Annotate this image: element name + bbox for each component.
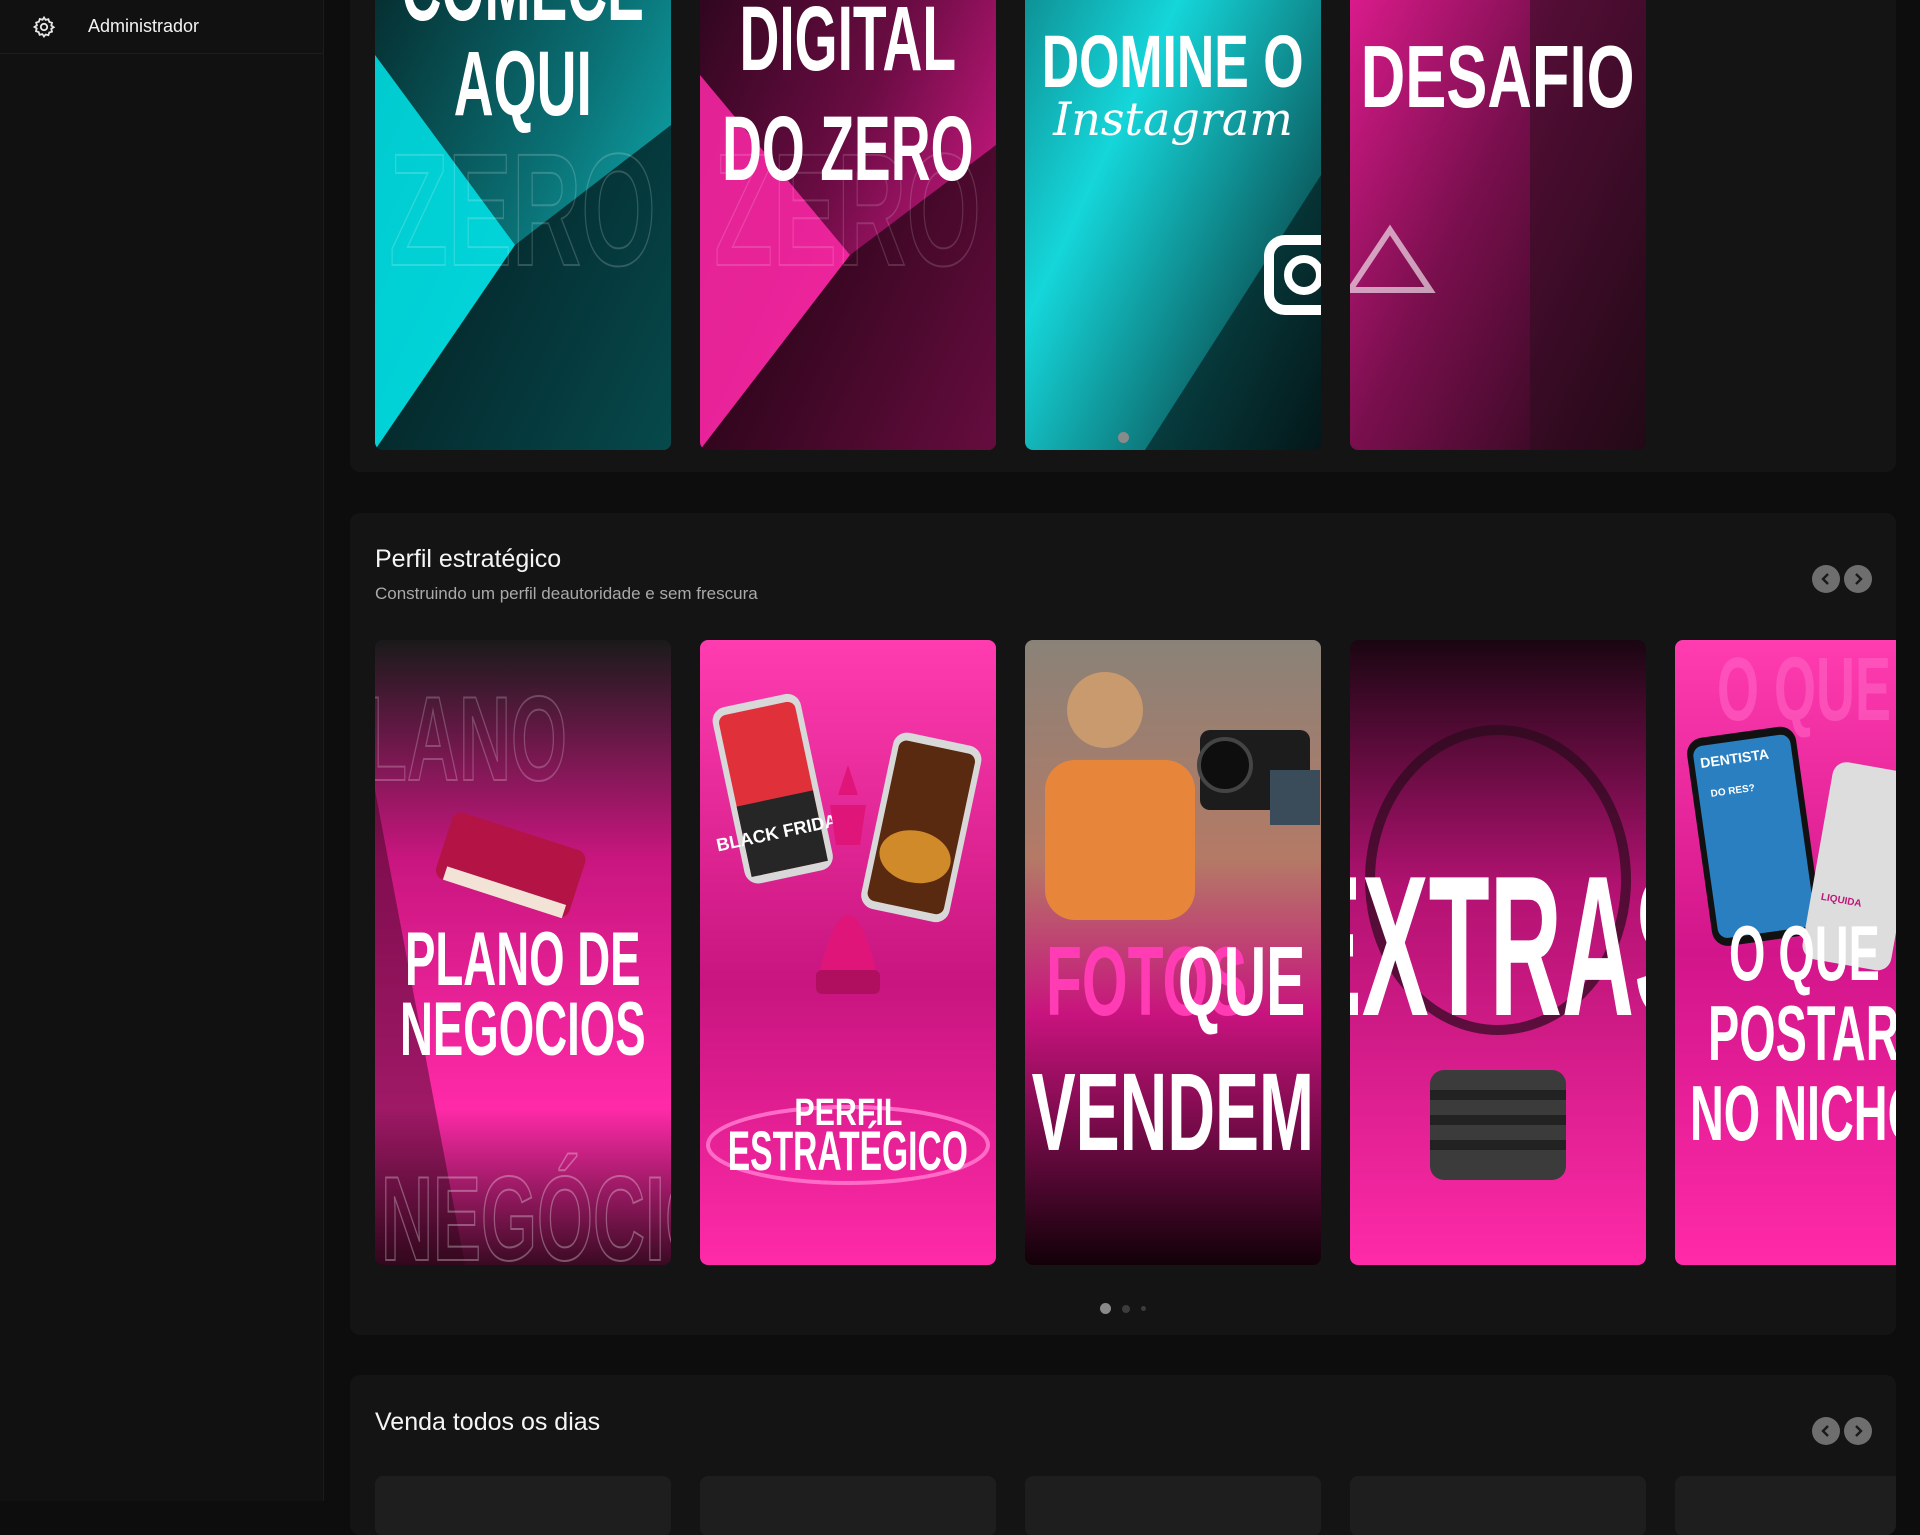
sidebar-item-label: Administrador bbox=[88, 16, 200, 36]
chevron-left-icon bbox=[1821, 1425, 1829, 1437]
card-watermark: PLANO bbox=[375, 671, 567, 806]
carousel-card[interactable]: DESAFIO bbox=[1350, 0, 1646, 450]
carousel-section-top: ZERO COMECE AQUI ZERO DIG bbox=[350, 0, 1896, 472]
section-title: Perfil estratégico bbox=[375, 545, 562, 573]
card-title-line: NO NICHO bbox=[1690, 1070, 1896, 1157]
carousel-pagination bbox=[350, 432, 1896, 443]
sidebar-item-administrador[interactable]: Administrador bbox=[0, 0, 323, 54]
carousel-track: PLANO PLANO DE NEGOCIOS NEGÓCIOS bbox=[375, 640, 1896, 1265]
carousel-card[interactable]: ZERO DIGITAL DO ZERO bbox=[700, 0, 996, 450]
carousel-section-perfil-estrategico: Perfil estratégico Construindo um perfil… bbox=[350, 513, 1896, 1335]
carousel-card[interactable] bbox=[700, 1476, 996, 1535]
carousel-prev-button[interactable] bbox=[1812, 1417, 1840, 1445]
pagination-dot[interactable] bbox=[1141, 1306, 1146, 1311]
card-title-line: AQUI bbox=[454, 33, 592, 136]
card-title-line: DESAFIO bbox=[1361, 28, 1635, 126]
svg-text:ZERO: ZERO bbox=[389, 121, 656, 299]
card-title-line: ESTRATÉGICO bbox=[728, 1119, 968, 1182]
pagination-dot[interactable] bbox=[1117, 432, 1129, 443]
card-title-line: O QUE bbox=[1729, 910, 1880, 997]
carousel-card[interactable]: ZERO COMECE AQUI bbox=[375, 0, 671, 450]
carousel-next-button[interactable] bbox=[1844, 1417, 1872, 1445]
main-content: ZERO COMECE AQUI ZERO DIG bbox=[350, 0, 1896, 1535]
carousel-card[interactable]: PLANO PLANO DE NEGOCIOS NEGÓCIOS bbox=[375, 640, 671, 1265]
carousel-card[interactable] bbox=[375, 1476, 671, 1535]
section-subtitle: Construindo um perfil deautoridade e sem… bbox=[375, 584, 758, 603]
carousel-track bbox=[375, 1476, 1896, 1535]
card-watermark: NEGÓCIOS bbox=[381, 1151, 671, 1265]
card-title-line: DO ZERO bbox=[722, 98, 973, 201]
card-title-line: POSTAR bbox=[1708, 990, 1896, 1077]
carousel-card[interactable]: EXTRAS bbox=[1350, 640, 1646, 1265]
sidebar: Administrador bbox=[0, 0, 324, 1501]
carousel-pagination bbox=[350, 1303, 1896, 1314]
card-title-line: VENDEM bbox=[1032, 1052, 1314, 1174]
card-watermark: O QUE POSTAR bbox=[1717, 640, 1896, 739]
card-title-line: QUE bbox=[1178, 928, 1305, 1037]
card-title-line: NEGOCIOS bbox=[400, 987, 646, 1072]
pagination-dot[interactable] bbox=[1122, 1304, 1130, 1313]
carousel-section-venda-todos-os-dias: Venda todos os dias bbox=[350, 1375, 1896, 1535]
carousel-card[interactable] bbox=[1350, 1476, 1646, 1535]
carousel-card[interactable] bbox=[1025, 1476, 1321, 1535]
chevron-left-icon bbox=[1821, 573, 1829, 585]
section-title: Venda todos os dias bbox=[375, 1408, 601, 1436]
pagination-dot[interactable] bbox=[1100, 1303, 1111, 1314]
carousel-card[interactable]: O QUE POSTAR DENTISTA DO RES? LIQUIDA O … bbox=[1675, 640, 1896, 1265]
gear-icon bbox=[30, 13, 58, 41]
carousel-card[interactable] bbox=[1675, 1476, 1896, 1535]
card-script-text: Instagram bbox=[1052, 92, 1293, 146]
card-title-line: DOMINE O bbox=[1042, 20, 1304, 103]
card-title-line: DIGITAL bbox=[739, 0, 956, 91]
carousel-next-button[interactable] bbox=[1844, 565, 1872, 593]
chevron-right-icon bbox=[1855, 1425, 1863, 1437]
card-title-line: EXTRAS bbox=[1350, 834, 1646, 1058]
carousel-card[interactable]: BLACK FRIDAY PERFIL ESTRATÉGICO bbox=[700, 640, 996, 1265]
carousel-card[interactable]: FOTOS QUE VENDEM bbox=[1025, 640, 1321, 1265]
carousel-prev-button[interactable] bbox=[1812, 565, 1840, 593]
carousel-card[interactable]: DOMINE O Instagram bbox=[1025, 0, 1321, 450]
chevron-right-icon bbox=[1855, 573, 1863, 585]
carousel-track: ZERO COMECE AQUI ZERO DIG bbox=[375, 0, 1896, 450]
